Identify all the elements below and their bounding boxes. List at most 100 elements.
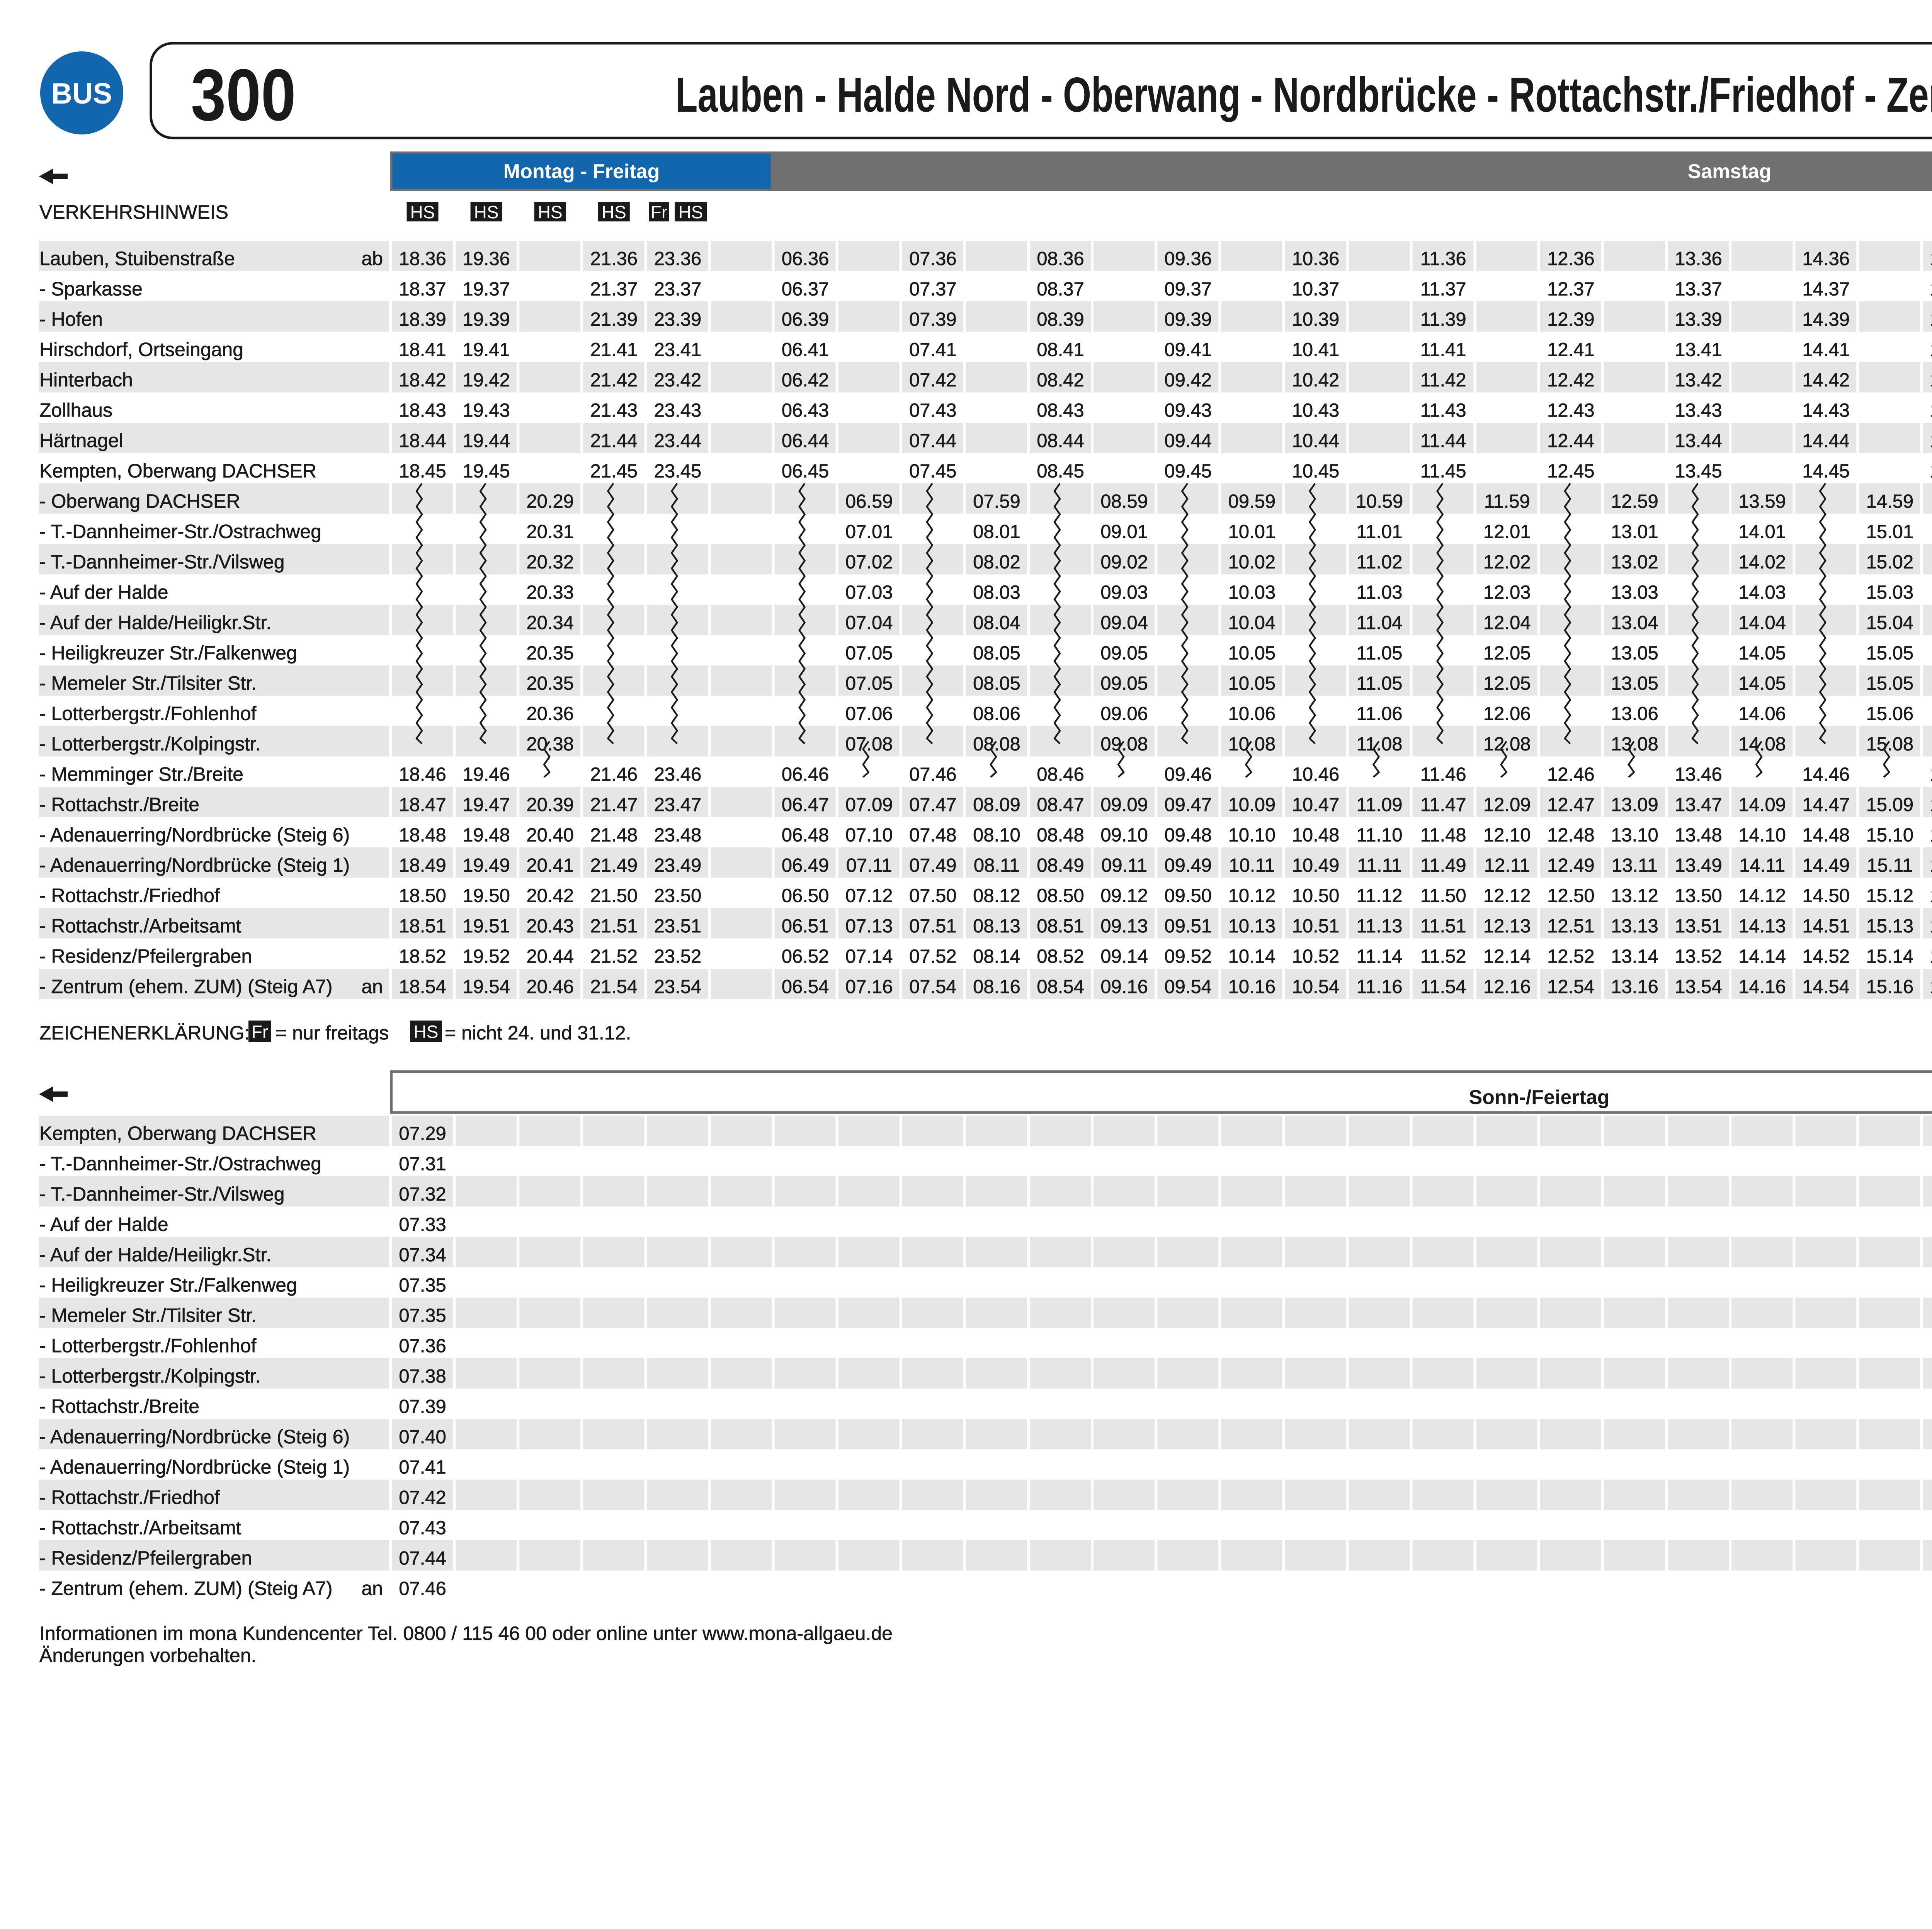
svg-text:15.47: 15.47 bbox=[1930, 794, 1932, 815]
svg-text:13.42: 13.42 bbox=[1675, 370, 1722, 391]
svg-text:09.14: 09.14 bbox=[1100, 946, 1148, 967]
svg-text:- Lotterbergstr./Fohlenhof: - Lotterbergstr./Fohlenhof bbox=[39, 1335, 257, 1357]
svg-text:12.44: 12.44 bbox=[1547, 430, 1595, 451]
svg-text:11.03: 11.03 bbox=[1357, 582, 1403, 603]
svg-text:07.44: 07.44 bbox=[909, 430, 957, 451]
svg-text:09.44: 09.44 bbox=[1164, 430, 1212, 451]
svg-text:23.39: 23.39 bbox=[654, 309, 702, 330]
svg-text:15.51: 15.51 bbox=[1930, 916, 1932, 937]
svg-text:14.46: 14.46 bbox=[1802, 764, 1850, 785]
svg-text:12.48: 12.48 bbox=[1547, 825, 1595, 846]
svg-text:11.05: 11.05 bbox=[1357, 673, 1403, 694]
svg-text:20.38: 20.38 bbox=[526, 734, 574, 755]
svg-text:07.50: 07.50 bbox=[909, 886, 957, 907]
svg-text:13.11: 13.11 bbox=[1612, 855, 1658, 876]
svg-text:15.46: 15.46 bbox=[1930, 764, 1932, 785]
svg-text:21.54: 21.54 bbox=[590, 976, 638, 997]
svg-text:= nicht 24. und 31.12.: = nicht 24. und 31.12. bbox=[445, 1022, 631, 1044]
svg-text:19.44: 19.44 bbox=[463, 430, 510, 451]
svg-text:14.42: 14.42 bbox=[1802, 370, 1850, 391]
svg-text:09.46: 09.46 bbox=[1164, 764, 1212, 785]
svg-text:11.42: 11.42 bbox=[1420, 370, 1466, 391]
svg-text:07.33: 07.33 bbox=[399, 1215, 446, 1235]
svg-text:13.06: 13.06 bbox=[1611, 704, 1658, 725]
svg-text:18.52: 18.52 bbox=[399, 946, 446, 967]
svg-text:10.05: 10.05 bbox=[1228, 673, 1276, 694]
svg-text:23.42: 23.42 bbox=[654, 370, 702, 391]
svg-text:10.05: 10.05 bbox=[1228, 643, 1276, 664]
svg-text:- Residenz/Pfeilergraben: - Residenz/Pfeilergraben bbox=[39, 1547, 252, 1569]
svg-text:= nur freitags: = nur freitags bbox=[276, 1022, 389, 1044]
svg-text:11.36: 11.36 bbox=[1420, 248, 1466, 269]
svg-text:12.46: 12.46 bbox=[1547, 764, 1595, 785]
svg-text:- T.-Dannheimer-Str./Ostrachwe: - T.-Dannheimer-Str./Ostrachweg bbox=[39, 521, 321, 543]
svg-text:21.42: 21.42 bbox=[590, 370, 638, 391]
svg-text:ab: ab bbox=[361, 248, 383, 269]
svg-text:10.49: 10.49 bbox=[1292, 855, 1340, 876]
svg-text:06.43: 06.43 bbox=[782, 400, 829, 421]
svg-text:14.43: 14.43 bbox=[1802, 400, 1850, 421]
svg-text:07.40: 07.40 bbox=[399, 1427, 446, 1448]
svg-text:07.39: 07.39 bbox=[399, 1397, 446, 1417]
svg-text:14.41: 14.41 bbox=[1802, 340, 1850, 361]
svg-text:07.37: 07.37 bbox=[909, 279, 957, 300]
svg-text:Sonn-/Feiertag: Sonn-/Feiertag bbox=[1469, 1086, 1609, 1109]
svg-text:- Residenz/Pfeilergraben: - Residenz/Pfeilergraben bbox=[39, 946, 252, 967]
svg-text:- Rottachstr./Breite: - Rottachstr./Breite bbox=[39, 1396, 199, 1417]
svg-text:07.35: 07.35 bbox=[399, 1275, 446, 1296]
svg-text:19.49: 19.49 bbox=[463, 855, 510, 876]
svg-text:08.51: 08.51 bbox=[1037, 916, 1084, 937]
svg-text:14.11: 14.11 bbox=[1739, 855, 1785, 876]
svg-text:12.47: 12.47 bbox=[1547, 794, 1595, 815]
svg-text:BUS: BUS bbox=[51, 77, 112, 110]
svg-text:21.47: 21.47 bbox=[590, 794, 638, 815]
svg-text:20.29: 20.29 bbox=[526, 491, 574, 512]
svg-text:09.13: 09.13 bbox=[1100, 916, 1148, 937]
svg-text:10.46: 10.46 bbox=[1292, 764, 1340, 785]
svg-text:13.10: 13.10 bbox=[1611, 825, 1658, 846]
svg-text:14.09: 14.09 bbox=[1738, 794, 1786, 815]
svg-text:15.16: 15.16 bbox=[1866, 976, 1913, 997]
svg-text:- Rottachstr./Friedhof: - Rottachstr./Friedhof bbox=[39, 885, 220, 907]
svg-text:08.02: 08.02 bbox=[973, 552, 1020, 573]
svg-text:14.05: 14.05 bbox=[1738, 643, 1786, 664]
svg-text:20.36: 20.36 bbox=[526, 704, 574, 725]
svg-text:18.44: 18.44 bbox=[399, 430, 446, 451]
svg-text:13.44: 13.44 bbox=[1675, 430, 1722, 451]
svg-text:21.41: 21.41 bbox=[590, 340, 638, 361]
svg-text:21.39: 21.39 bbox=[590, 309, 638, 330]
svg-text:13.14: 13.14 bbox=[1611, 946, 1658, 967]
svg-text:09.04: 09.04 bbox=[1100, 612, 1148, 633]
svg-text:Hinterbach: Hinterbach bbox=[39, 369, 133, 391]
svg-text:HS: HS bbox=[602, 202, 626, 222]
svg-text:13.04: 13.04 bbox=[1611, 612, 1658, 633]
svg-text:09.02: 09.02 bbox=[1100, 552, 1148, 573]
svg-text:10.45: 10.45 bbox=[1292, 461, 1340, 482]
svg-text:10.44: 10.44 bbox=[1292, 430, 1340, 451]
svg-text:08.14: 08.14 bbox=[973, 946, 1020, 967]
svg-text:15.09: 15.09 bbox=[1866, 794, 1913, 815]
svg-text:08.06: 08.06 bbox=[973, 704, 1020, 725]
svg-text:15.41: 15.41 bbox=[1930, 340, 1932, 361]
svg-text:18.42: 18.42 bbox=[399, 370, 446, 391]
svg-text:18.36: 18.36 bbox=[399, 248, 446, 269]
svg-text:06.59: 06.59 bbox=[845, 491, 893, 512]
svg-text:07.13: 07.13 bbox=[845, 916, 893, 937]
svg-text:15.11: 15.11 bbox=[1867, 855, 1913, 876]
svg-text:15.04: 15.04 bbox=[1866, 612, 1913, 633]
svg-text:18.49: 18.49 bbox=[399, 855, 446, 876]
svg-text:11.59: 11.59 bbox=[1484, 491, 1530, 512]
svg-text:HS: HS bbox=[679, 202, 703, 222]
svg-text:15.02: 15.02 bbox=[1866, 552, 1913, 573]
svg-text:HS: HS bbox=[538, 202, 563, 222]
svg-text:06.50: 06.50 bbox=[782, 886, 829, 907]
svg-text:13.50: 13.50 bbox=[1675, 886, 1722, 907]
svg-text:21.46: 21.46 bbox=[590, 764, 638, 785]
svg-text:23.36: 23.36 bbox=[654, 248, 702, 269]
svg-text:12.01: 12.01 bbox=[1483, 522, 1531, 543]
svg-text:13.46: 13.46 bbox=[1675, 764, 1722, 785]
svg-text:14.52: 14.52 bbox=[1802, 946, 1850, 967]
svg-text:11.10: 11.10 bbox=[1357, 825, 1403, 846]
svg-text:15.01: 15.01 bbox=[1866, 522, 1913, 543]
svg-text:20.40: 20.40 bbox=[526, 825, 574, 846]
